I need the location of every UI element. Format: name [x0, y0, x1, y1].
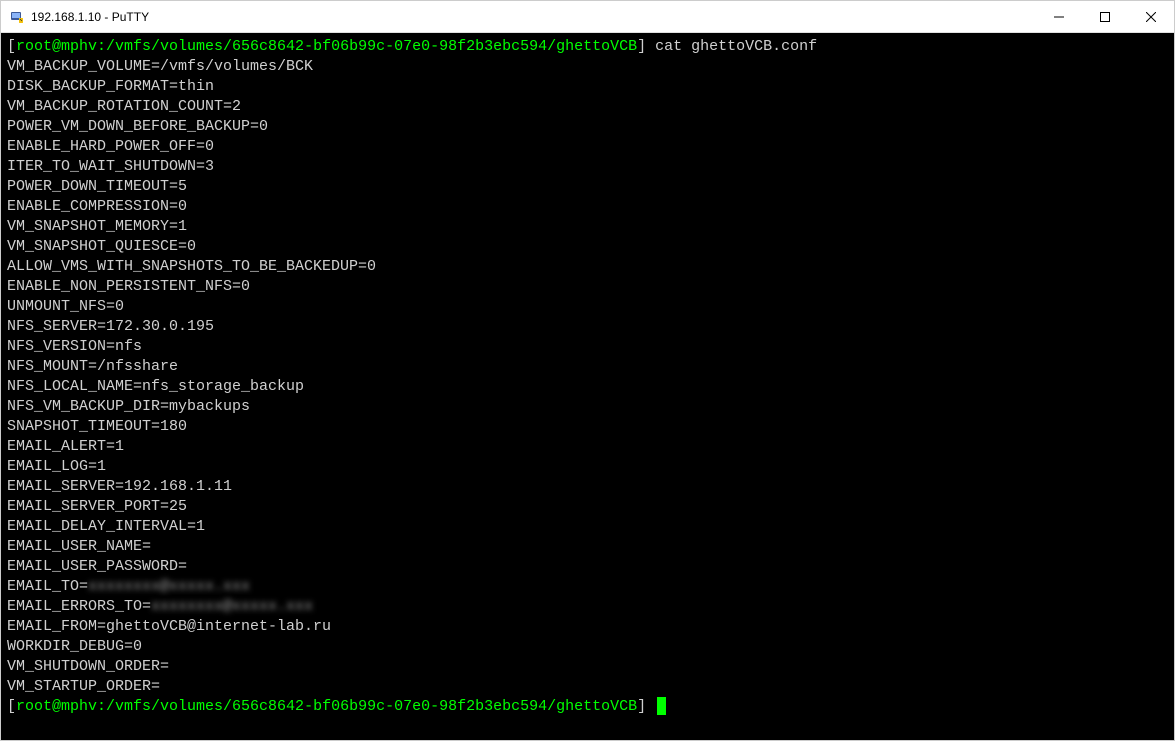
prompt-close: ] [637, 38, 646, 55]
cfg-line: NFS_VM_BACKUP_DIR=mybackups [7, 397, 1168, 417]
cfg-line: VM_SNAPSHOT_QUIESCE=0 [7, 237, 1168, 257]
cfg-line: EMAIL_LOG=1 [7, 457, 1168, 477]
cfg-line: VM_BACKUP_VOLUME=/vmfs/volumes/BCK [7, 57, 1168, 77]
prompt-line-1: [root@mphv:/vmfs/volumes/656c8642-bf06b9… [7, 37, 1168, 57]
cfg-line: EMAIL_SERVER=192.168.1.11 [7, 477, 1168, 497]
email-errors-value: xxxxxxxx@xxxxx.xxx [151, 598, 313, 615]
cursor [657, 697, 666, 715]
cfg-line: VM_SHUTDOWN_ORDER= [7, 657, 1168, 677]
prompt-open: [ [7, 38, 16, 55]
terminal-area[interactable]: [root@mphv:/vmfs/volumes/656c8642-bf06b9… [1, 33, 1174, 740]
prompt-close-2: ] [637, 698, 646, 715]
cfg-line: ENABLE_COMPRESSION=0 [7, 197, 1168, 217]
cfg-line: NFS_VERSION=nfs [7, 337, 1168, 357]
prompt-path: root@mphv:/vmfs/volumes/656c8642-bf06b99… [16, 38, 637, 55]
minimize-button[interactable] [1036, 1, 1082, 32]
prompt-path-2: root@mphv:/vmfs/volumes/656c8642-bf06b99… [16, 698, 637, 715]
cfg-line: POWER_VM_DOWN_BEFORE_BACKUP=0 [7, 117, 1168, 137]
maximize-button[interactable] [1082, 1, 1128, 32]
cfg-line: DISK_BACKUP_FORMAT=thin [7, 77, 1168, 97]
cfg-line: EMAIL_USER_NAME= [7, 537, 1168, 557]
cfg-line: NFS_LOCAL_NAME=nfs_storage_backup [7, 377, 1168, 397]
cfg-line-email-to: EMAIL_TO=xxxxxxxx@xxxxx.xxx [7, 577, 1168, 597]
prompt-line-2: [root@mphv:/vmfs/volumes/656c8642-bf06b9… [7, 697, 1168, 717]
cfg-line: WORKDIR_DEBUG=0 [7, 637, 1168, 657]
cfg-line: NFS_MOUNT=/nfsshare [7, 357, 1168, 377]
command-text: cat ghettoVCB.conf [646, 38, 817, 55]
cfg-line: EMAIL_ALERT=1 [7, 437, 1168, 457]
cfg-line: NFS_SERVER=172.30.0.195 [7, 317, 1168, 337]
cfg-line: EMAIL_FROM=ghettoVCB@internet-lab.ru [7, 617, 1168, 637]
prompt-open-2: [ [7, 698, 16, 715]
email-errors-label: EMAIL_ERRORS_TO= [7, 598, 151, 615]
titlebar[interactable]: 192.168.1.10 - PuTTY [1, 1, 1174, 33]
cfg-line: ENABLE_NON_PERSISTENT_NFS=0 [7, 277, 1168, 297]
putty-icon [9, 9, 25, 25]
cfg-line: POWER_DOWN_TIMEOUT=5 [7, 177, 1168, 197]
cfg-line: SNAPSHOT_TIMEOUT=180 [7, 417, 1168, 437]
email-to-value: xxxxxxxx@xxxxx.xxx [88, 578, 250, 595]
cfg-line: EMAIL_USER_PASSWORD= [7, 557, 1168, 577]
close-button[interactable] [1128, 1, 1174, 32]
window-title: 192.168.1.10 - PuTTY [31, 10, 1036, 24]
cfg-line: ITER_TO_WAIT_SHUTDOWN=3 [7, 157, 1168, 177]
cfg-line: VM_STARTUP_ORDER= [7, 677, 1168, 697]
cfg-line: VM_BACKUP_ROTATION_COUNT=2 [7, 97, 1168, 117]
cfg-line: EMAIL_SERVER_PORT=25 [7, 497, 1168, 517]
cfg-line-email-errors: EMAIL_ERRORS_TO=xxxxxxxx@xxxxx.xxx [7, 597, 1168, 617]
putty-window: 192.168.1.10 - PuTTY [root@mphv:/vmfs/vo… [0, 0, 1175, 741]
cfg-line: UNMOUNT_NFS=0 [7, 297, 1168, 317]
cfg-line: VM_SNAPSHOT_MEMORY=1 [7, 217, 1168, 237]
window-controls [1036, 1, 1174, 32]
cfg-line: ENABLE_HARD_POWER_OFF=0 [7, 137, 1168, 157]
cfg-line: ALLOW_VMS_WITH_SNAPSHOTS_TO_BE_BACKEDUP=… [7, 257, 1168, 277]
cfg-line: EMAIL_DELAY_INTERVAL=1 [7, 517, 1168, 537]
email-to-label: EMAIL_TO= [7, 578, 88, 595]
